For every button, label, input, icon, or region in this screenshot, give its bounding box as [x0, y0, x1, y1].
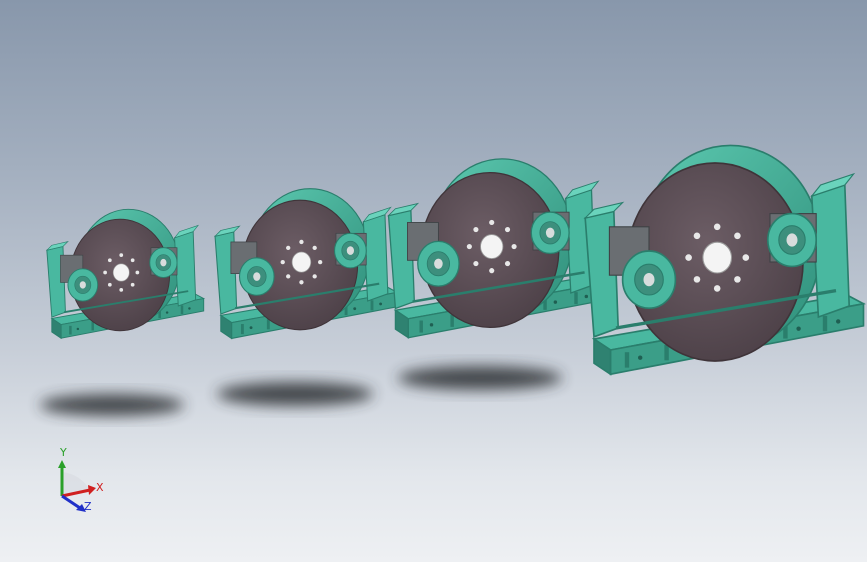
disc-bolt-hole	[107, 258, 112, 263]
y-axis-label: Y	[59, 446, 67, 459]
disc-bolt-hole	[312, 274, 317, 279]
shadow-2	[217, 382, 373, 406]
disc-bolt-hole	[286, 245, 291, 251]
base-rib	[266, 319, 270, 330]
z-axis-label: Z	[84, 500, 92, 513]
disc-bolt-hole	[130, 258, 135, 263]
disc-bolt-hole	[280, 259, 285, 265]
base-rib	[370, 300, 374, 311]
base-rib	[91, 321, 94, 331]
disc-bolt-hole	[504, 226, 511, 233]
axis-triad[interactable]: Y X Z	[58, 446, 104, 513]
base-bolt	[836, 319, 841, 324]
disc-bolt-hole	[312, 245, 317, 251]
left-hub-bore	[253, 272, 261, 281]
base-bolt	[165, 311, 169, 314]
left-hub-bore	[79, 281, 86, 289]
disc-bolt-hole	[685, 254, 692, 261]
center-hole	[291, 251, 312, 273]
disc-bolt-hole	[286, 274, 291, 279]
assemblies-group	[45, 144, 866, 376]
disc-bolt-hole	[734, 276, 741, 283]
base-rib	[574, 292, 578, 305]
base-rib	[69, 325, 72, 335]
base-rib	[180, 305, 184, 315]
base-rib	[419, 320, 423, 333]
disc-bolt-hole	[473, 226, 479, 233]
base-bolt	[76, 327, 80, 331]
base-rib	[624, 352, 630, 368]
model-scene[interactable]: Y X Z	[0, 0, 867, 562]
disc-bolt-hole	[511, 243, 517, 250]
wheel-assembly-2[interactable]	[213, 188, 399, 340]
base-bolt	[584, 294, 589, 299]
disc-bolt-hole	[693, 276, 701, 283]
disc-bolt-hole	[299, 280, 304, 285]
y-axis-arrowhead	[58, 460, 66, 468]
disc-bolt-hole	[693, 232, 701, 240]
disc-bolt-hole	[504, 261, 511, 267]
x-axis-arrowhead	[88, 485, 96, 495]
disc-bolt-hole	[135, 270, 140, 275]
disc-bolt-hole	[713, 285, 721, 292]
base-bolt	[188, 307, 191, 310]
disc-bolt-hole	[489, 268, 495, 274]
wheel-assembly-4[interactable]	[583, 144, 866, 376]
base-rib	[664, 344, 669, 361]
base-bolt	[796, 326, 801, 331]
center-hole	[702, 241, 733, 274]
right-hub-bore	[786, 233, 798, 247]
right-hub-bore	[545, 227, 555, 238]
center-hole	[480, 234, 504, 260]
disc-bolt-hole	[299, 239, 304, 245]
base-rib	[240, 324, 244, 335]
wheel-assembly-1[interactable]	[45, 208, 206, 340]
base-bolt	[379, 302, 383, 306]
right-hub-bore	[160, 258, 167, 267]
base-bolt	[353, 307, 357, 311]
shadow-1	[40, 394, 184, 416]
disc-bolt-hole	[466, 243, 472, 250]
disc-bolt-hole	[713, 223, 721, 231]
disc-bolt-hole	[489, 219, 495, 226]
center-hole	[112, 263, 130, 282]
x-axis-label: X	[96, 481, 104, 494]
floor-shadows	[40, 366, 562, 416]
right-pedestal	[174, 230, 197, 307]
base-bolt	[638, 355, 643, 360]
base-bolt	[249, 326, 253, 330]
wheel-assembly-3[interactable]	[387, 158, 609, 339]
disc-bolt-hole	[473, 261, 479, 267]
cad-viewport[interactable]: Y X Z	[0, 0, 867, 562]
right-pedestal	[362, 213, 389, 302]
base-rib	[450, 314, 454, 327]
base-bolt	[429, 323, 434, 327]
z-axis-arrow	[61, 494, 81, 510]
disc-bolt-hole	[103, 270, 107, 275]
disc-bolt-hole	[119, 288, 124, 292]
disc-bolt-hole	[742, 254, 750, 261]
disc-bolt-hole	[107, 282, 112, 287]
base-bolt	[553, 300, 558, 304]
disc-bolt-hole	[130, 282, 135, 287]
disc-bolt-hole	[119, 253, 124, 258]
disc-bolt-hole	[734, 232, 741, 240]
disc-bolt-hole	[318, 259, 323, 265]
left-hub-bore	[434, 258, 443, 269]
right-hub-bore	[346, 246, 354, 255]
shadow-3	[398, 366, 562, 390]
left-hub-bore	[643, 273, 655, 287]
base-rib	[822, 315, 828, 332]
right-pedestal	[810, 183, 851, 319]
